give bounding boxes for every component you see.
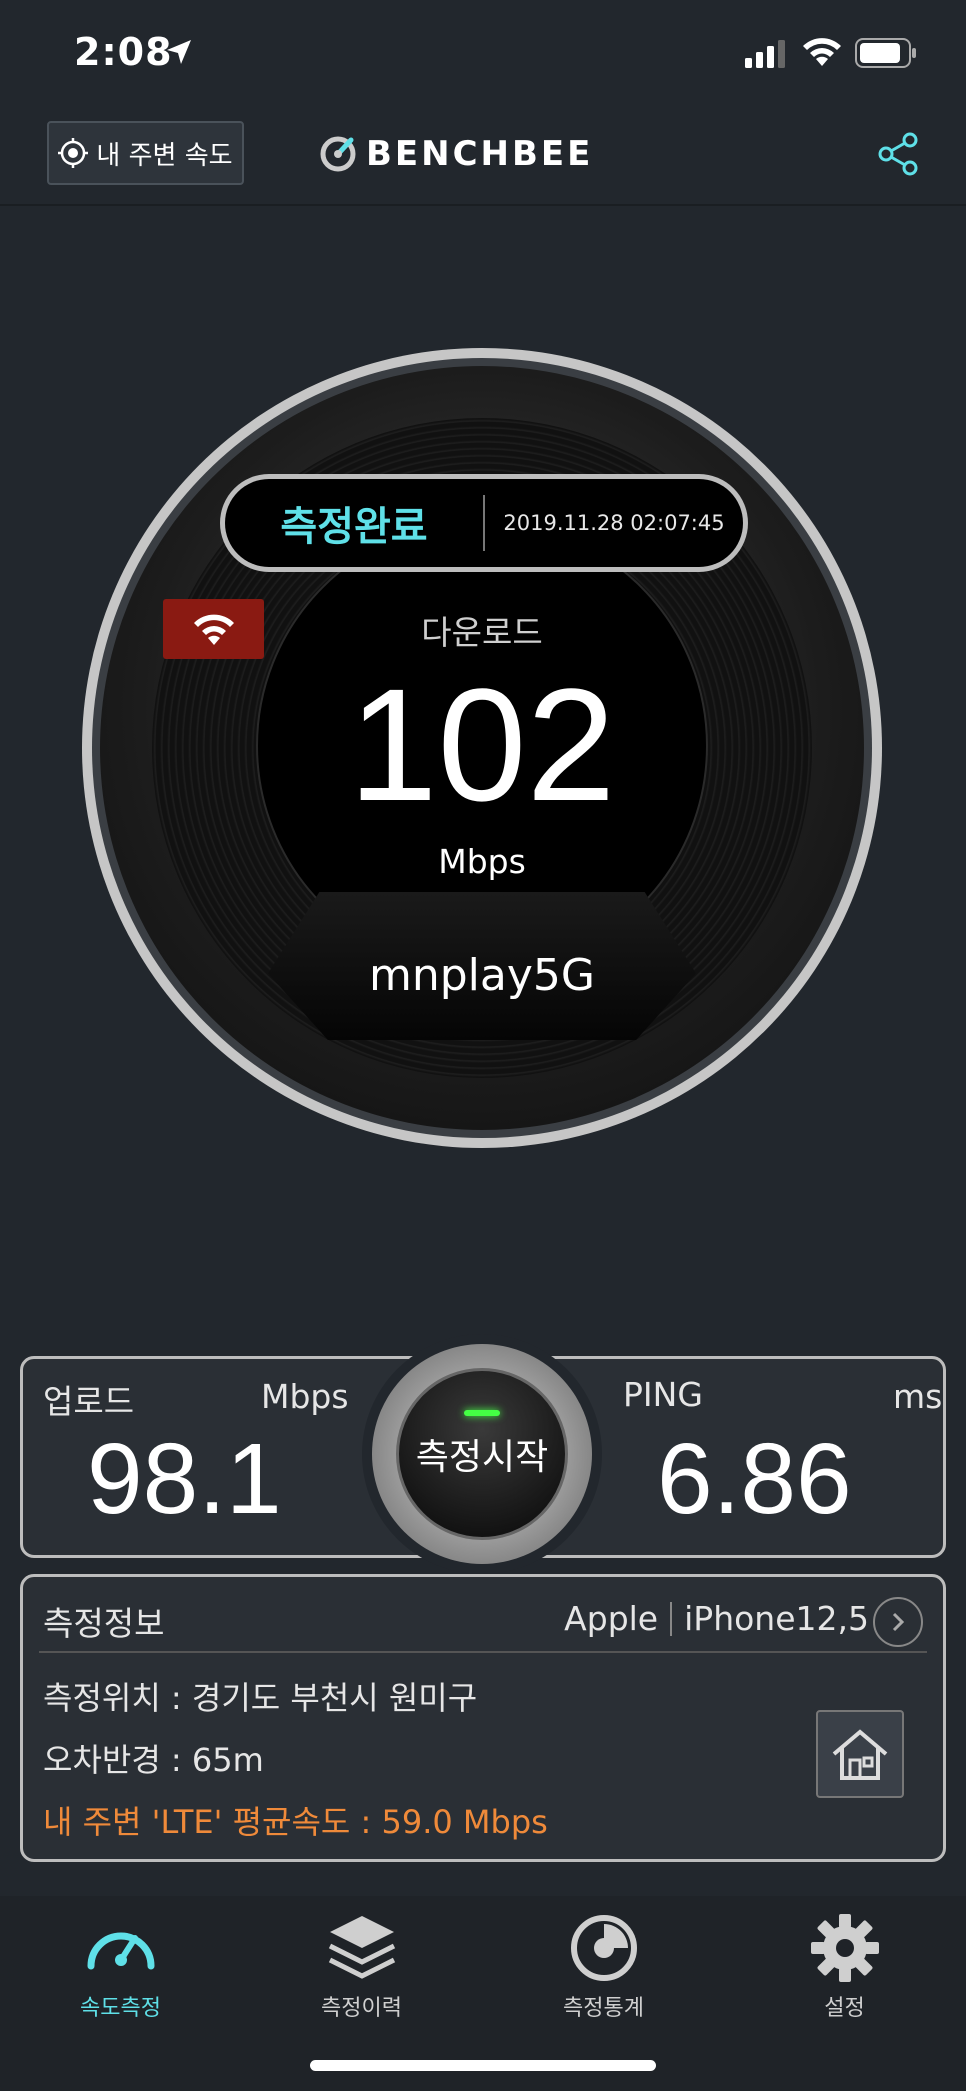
start-button-led	[464, 1410, 500, 1416]
ping-unit: ms	[893, 1377, 943, 1416]
tab-history[interactable]: 측정이력	[241, 1896, 482, 2026]
device-separator	[670, 1601, 673, 1636]
tab-label: 측정통계	[563, 1996, 644, 2021]
logo-gauge-icon	[320, 136, 356, 172]
measurement-location: 측정위치 : 경기도 부천시 원미구	[43, 1679, 478, 1717]
target-icon	[58, 138, 89, 168]
cellular-signal-icon	[745, 40, 785, 68]
upload-value: 98.1	[87, 1423, 282, 1535]
download-value: 102	[348, 655, 616, 834]
upload-result: 업로드 Mbps 98.1	[23, 1359, 383, 1555]
layers-icon	[328, 1916, 395, 1979]
download-label: 다운로드	[421, 613, 543, 652]
info-divider	[39, 1651, 927, 1653]
ping-label: PING	[623, 1375, 703, 1414]
tab-label: 속도측정	[80, 1996, 161, 2021]
device-info: Apple iPhone12,5	[564, 1599, 869, 1638]
status-time: 2:08	[74, 30, 173, 74]
start-measurement-button[interactable]: 측정시작	[396, 1368, 568, 1540]
tab-settings[interactable]: 설정	[724, 1896, 965, 2026]
measurement-info-panel: 측정정보 Apple iPhone12,5 측정위치 : 경기도 부천시 원미구…	[20, 1574, 946, 1862]
device-detail-button[interactable]	[873, 1597, 923, 1647]
upload-unit: Mbps	[261, 1377, 349, 1416]
upload-label: 업로드	[43, 1382, 135, 1421]
speedometer-icon	[87, 1932, 154, 1970]
chevron-right-icon	[892, 1612, 905, 1632]
device-model: iPhone12,5	[684, 1599, 869, 1638]
home-indicator[interactable]	[310, 2060, 656, 2071]
measurement-status-pill: 측정완료 2019.11.28 02:07:45	[220, 474, 748, 572]
nearby-speed-label: 내 주변 속도	[96, 140, 233, 171]
tab-label: 측정이력	[321, 1996, 402, 2021]
statistics-icon	[570, 1915, 637, 1981]
location-arrow-icon	[167, 40, 191, 64]
tab-speed-test[interactable]: 속도측정	[0, 1896, 241, 2026]
wifi-icon	[803, 38, 841, 66]
benchbee-logo: BENCHBEE	[318, 132, 593, 176]
home-network-button[interactable]	[816, 1710, 904, 1798]
download-unit: Mbps	[438, 842, 526, 881]
nearby-average-speed: 내 주변 'LTE' 평균속도 : 59.0 Mbps	[43, 1803, 548, 1841]
connection-type-badge	[163, 599, 264, 659]
tab-label: 설정	[824, 1996, 865, 2021]
gear-icon	[810, 1914, 879, 1982]
info-title: 측정정보	[43, 1604, 165, 1643]
network-name: mnplay5G	[369, 950, 595, 1001]
device-brand: Apple	[564, 1599, 659, 1638]
app-header: 내 주변 속도 BENCHBEE	[0, 100, 966, 206]
battery-icon	[855, 38, 916, 68]
logo-text: BENCHBEE	[366, 134, 594, 174]
house-icon	[832, 1729, 888, 1780]
error-radius: 오차반경 : 65m	[43, 1741, 264, 1779]
measurement-datetime: 2019.11.28 02:07:45	[503, 511, 725, 535]
status-bar: 2:08	[0, 0, 966, 100]
tab-statistics[interactable]: 측정통계	[483, 1896, 724, 2026]
wifi-icon	[193, 614, 234, 645]
measurement-status: 측정완료	[280, 504, 428, 550]
ping-result: PING ms 6.86	[583, 1359, 943, 1555]
share-icon[interactable]	[874, 130, 922, 178]
ping-value: 6.86	[657, 1423, 852, 1535]
nearby-speed-button[interactable]: 내 주변 속도	[47, 121, 244, 185]
